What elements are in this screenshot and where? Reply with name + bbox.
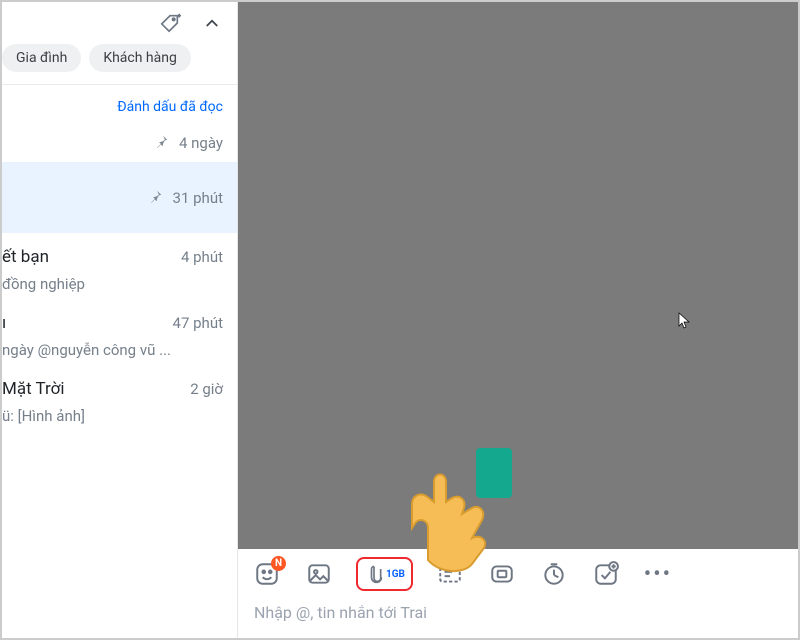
compose-toolbar: N 1GB ••• xyxy=(238,549,798,593)
more-icon[interactable]: ••• xyxy=(643,559,673,589)
pinned-time: 4 ngày xyxy=(179,134,223,152)
emoji-icon[interactable]: N xyxy=(252,559,282,589)
collapse-icon[interactable] xyxy=(197,8,227,38)
conv-preview: đồng nghiệp xyxy=(2,275,85,293)
attach-size-label: 1GB xyxy=(386,569,405,580)
conversation-item[interactable]: ết bạn 4 phút đồng nghiệp xyxy=(2,233,237,299)
pin-icon xyxy=(149,188,163,207)
message-input[interactable]: Nhập @, tin nhắn tới Trai xyxy=(238,593,798,638)
pinned-item-selected[interactable]: 31 phút xyxy=(2,162,237,233)
card-icon[interactable] xyxy=(435,559,465,589)
tag-filter-row: Gia đình Khách hàng xyxy=(2,44,237,85)
cursor-icon xyxy=(678,312,692,334)
conv-preview: ü: [Hình ảnh] xyxy=(2,407,85,425)
image-icon[interactable] xyxy=(304,559,334,589)
conv-time: 47 phút xyxy=(173,314,223,332)
sidebar-top-controls xyxy=(2,2,237,44)
pin-icon xyxy=(155,133,169,152)
pinned-item[interactable]: 4 ngày xyxy=(2,123,237,162)
conv-title: ết bạn xyxy=(2,247,49,267)
conv-title: Mặt Trời xyxy=(2,379,65,399)
screenshot-icon[interactable] xyxy=(487,559,517,589)
tag-family[interactable]: Gia đình xyxy=(2,44,81,72)
chat-main-area: N 1GB ••• Nhập @, tin nhắn tới Trai xyxy=(238,2,798,638)
mark-all-read-link[interactable]: Đánh dấu đã đọc xyxy=(2,85,237,123)
conv-title: ı xyxy=(2,313,6,333)
new-badge: N xyxy=(271,556,286,571)
tag-add-icon[interactable] xyxy=(155,8,185,38)
conv-preview: ngày @nguyễn công vũ ... xyxy=(2,341,171,359)
attach-file-button[interactable]: 1GB xyxy=(356,557,413,591)
conversation-sidebar: Gia đình Khách hàng Đánh dấu đã đọc 4 ng… xyxy=(2,2,238,638)
task-icon[interactable] xyxy=(591,559,621,589)
conv-time: 2 giờ xyxy=(190,380,223,398)
conversation-item[interactable]: Mặt Trời 2 giờ ü: [Hình ảnh] xyxy=(2,365,237,431)
chat-canvas[interactable] xyxy=(238,2,798,549)
tag-customers[interactable]: Khách hàng xyxy=(89,44,191,72)
pinned-time: 31 phút xyxy=(173,189,223,207)
conv-time: 4 phút xyxy=(181,248,223,266)
reminder-icon[interactable] xyxy=(539,559,569,589)
conversation-item[interactable]: ı 47 phút ngày @nguyễn công vũ ... xyxy=(2,299,237,365)
